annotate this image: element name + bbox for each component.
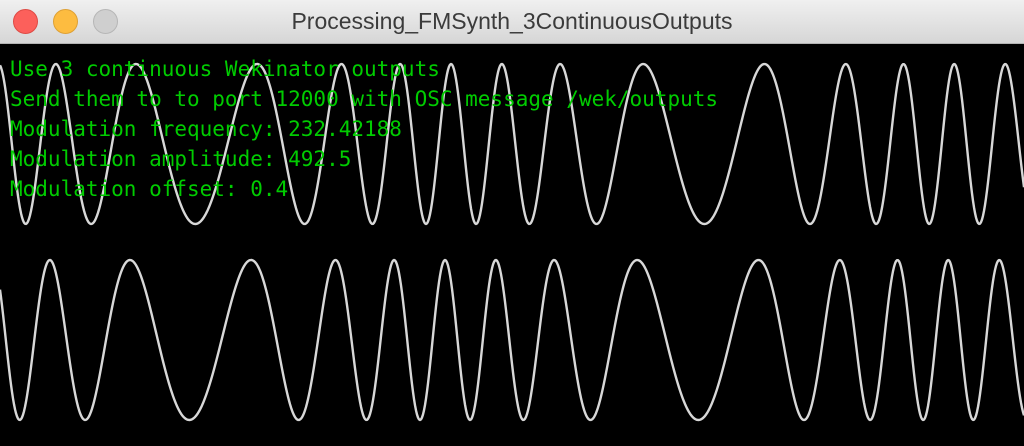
modulation-offset-readout: Modulation offset: 0.4 [10, 177, 289, 201]
sketch-canvas: Use 3 continuous Wekinator outputs Send … [0, 44, 1024, 446]
modulation-frequency-readout: Modulation frequency: 232.42188 [10, 117, 402, 141]
modulation-amplitude-readout: Modulation amplitude: 492.5 [10, 147, 352, 171]
instruction-line: Use 3 continuous Wekinator outputs [10, 57, 440, 81]
app-window: Processing_FMSynth_3ContinuousOutputs Us… [0, 0, 1024, 446]
status-readout: Use 3 continuous Wekinator outputs Send … [10, 54, 718, 204]
osc-instruction-line: Send them to to port 12000 with OSC mess… [10, 87, 719, 111]
window-title: Processing_FMSynth_3ContinuousOutputs [291, 8, 733, 34]
title-bar[interactable]: Processing_FMSynth_3ContinuousOutputs [0, 0, 1024, 44]
waveform-right-channel [0, 258, 1024, 422]
